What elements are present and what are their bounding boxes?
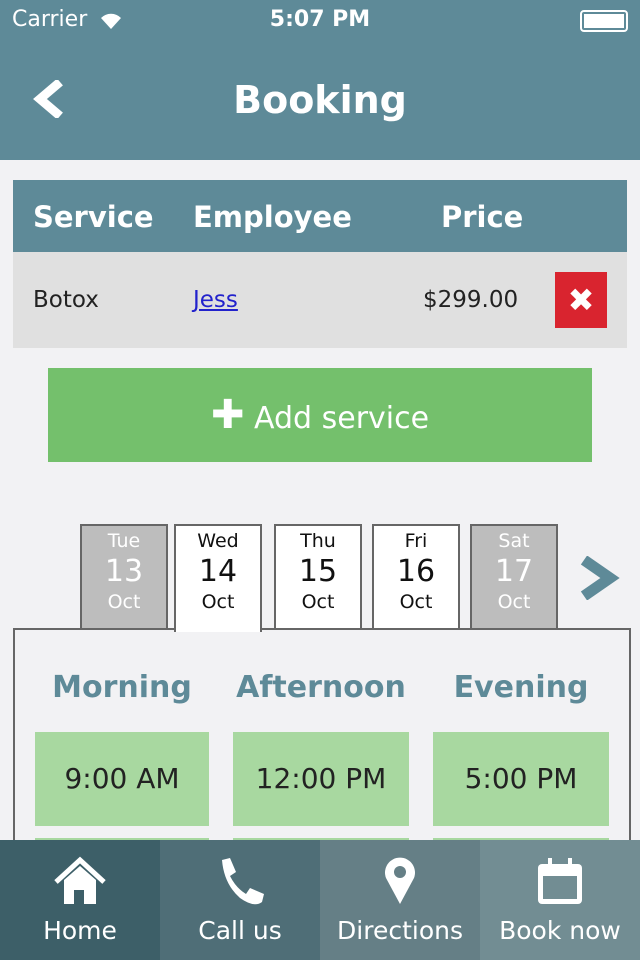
page-title: Booking — [233, 78, 407, 122]
phone-icon — [222, 858, 264, 905]
delete-button[interactable]: ✖ — [555, 272, 607, 328]
time-slot[interactable]: 9:00 AM — [35, 732, 209, 826]
date-tab[interactable]: Fri 16 Oct — [372, 524, 460, 630]
tab-label: Book now — [499, 916, 621, 945]
date-tab: Sat 17 Oct — [470, 524, 558, 630]
employee-link[interactable]: Jess — [193, 287, 238, 313]
plus-icon: ✚ — [210, 392, 245, 438]
tab-label: Home — [43, 916, 117, 945]
date-tab: Tue 13 Oct — [80, 524, 168, 630]
period-morning: Morning — [52, 670, 192, 705]
period-afternoon: Afternoon — [236, 670, 406, 705]
home-icon — [54, 856, 106, 904]
tab-label: Directions — [337, 916, 463, 945]
table-header: Service Employee Price — [13, 180, 627, 252]
time-slot[interactable]: 12:00 PM — [233, 732, 409, 826]
add-service-button[interactable]: ✚ Add service — [48, 368, 592, 462]
tab-call-us[interactable]: Call us — [160, 840, 320, 960]
tab-directions[interactable]: Directions — [320, 840, 480, 960]
tab-book-now[interactable]: Book now — [480, 840, 640, 960]
tab-label: Call us — [198, 916, 282, 945]
period-evening: Evening — [453, 670, 589, 705]
close-icon: ✖ — [567, 281, 595, 319]
clock: 5:07 PM — [269, 7, 371, 32]
battery-icon — [580, 10, 628, 32]
chevron-right-icon[interactable] — [576, 556, 620, 600]
col-service: Service — [33, 200, 154, 234]
price: $299.00 — [423, 287, 519, 313]
col-price: Price — [441, 200, 524, 234]
add-service-label: Add service — [253, 401, 430, 436]
time-slot[interactable]: 5:00 PM — [433, 732, 609, 826]
calendar-icon — [538, 858, 582, 904]
status-bar: Carrier 5:07 PM — [0, 0, 640, 40]
header: Booking — [0, 40, 640, 160]
service-name: Botox — [33, 287, 99, 313]
tab-bar: Home Call us Directions Book now — [0, 840, 640, 960]
tab-home[interactable]: Home — [0, 840, 160, 960]
map-pin-icon — [385, 857, 415, 904]
table-row: Botox Jess $299.00 ✖ — [13, 252, 627, 348]
date-tab[interactable]: Thu 15 Oct — [274, 524, 362, 630]
date-tab-selected[interactable]: Wed 14 Oct — [174, 524, 262, 632]
col-employee: Employee — [193, 200, 352, 234]
